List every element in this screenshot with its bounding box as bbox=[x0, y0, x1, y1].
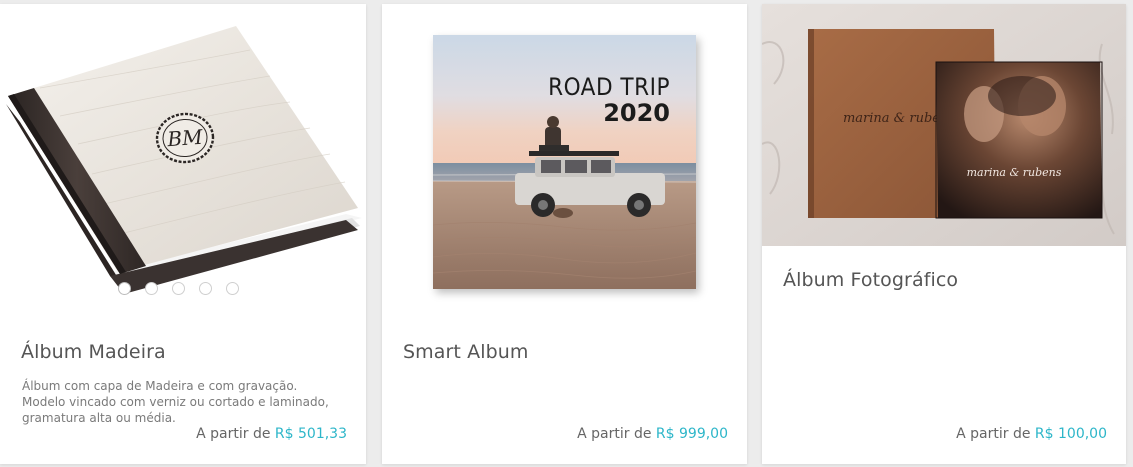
product-title[interactable]: Smart Album bbox=[403, 341, 529, 363]
product-card-smart-album[interactable]: ROAD TRIP 2020 Smart Album A partir de R… bbox=[382, 4, 747, 464]
product-card-album-madeira[interactable]: BM Álbum Madeira Álbum com capa de Madei… bbox=[0, 4, 366, 464]
carousel-dots bbox=[118, 282, 239, 295]
carousel-dot[interactable] bbox=[145, 282, 158, 295]
price-prefix: A partir de bbox=[577, 426, 652, 442]
album-fotografico-image: marina & rubens marina & rubens bbox=[762, 4, 1126, 246]
svg-text:ROAD TRIP: ROAD TRIP bbox=[548, 73, 670, 101]
carousel-dot[interactable] bbox=[118, 282, 131, 295]
product-title[interactable]: Álbum Fotográfico bbox=[783, 269, 958, 291]
product-price: A partir de R$ 100,00 bbox=[956, 426, 1107, 442]
product-title[interactable]: Álbum Madeira bbox=[21, 341, 166, 363]
product-price: A partir de R$ 501,33 bbox=[196, 426, 347, 442]
price-value: R$ 501,33 bbox=[274, 426, 347, 442]
album-madeira-image: BM bbox=[6, 26, 362, 294]
price-prefix: A partir de bbox=[196, 426, 271, 442]
product-price: A partir de R$ 999,00 bbox=[577, 426, 728, 442]
price-value: R$ 999,00 bbox=[655, 426, 728, 442]
svg-text:marina & rubens: marina & rubens bbox=[967, 166, 1062, 179]
carousel-dot[interactable] bbox=[172, 282, 185, 295]
svg-text:BM: BM bbox=[166, 125, 204, 152]
smart-album-image: ROAD TRIP 2020 bbox=[433, 35, 696, 289]
carousel-dot[interactable] bbox=[226, 282, 239, 295]
price-value: R$ 100,00 bbox=[1034, 426, 1107, 442]
svg-text:2020: 2020 bbox=[603, 99, 670, 127]
price-prefix: A partir de bbox=[956, 426, 1031, 442]
carousel-dot[interactable] bbox=[199, 282, 212, 295]
product-description: Álbum com capa de Madeira e com gravação… bbox=[22, 379, 329, 425]
product-card-album-fotografico[interactable]: marina & rubens marina & rubens Álbum Fo… bbox=[762, 4, 1126, 464]
